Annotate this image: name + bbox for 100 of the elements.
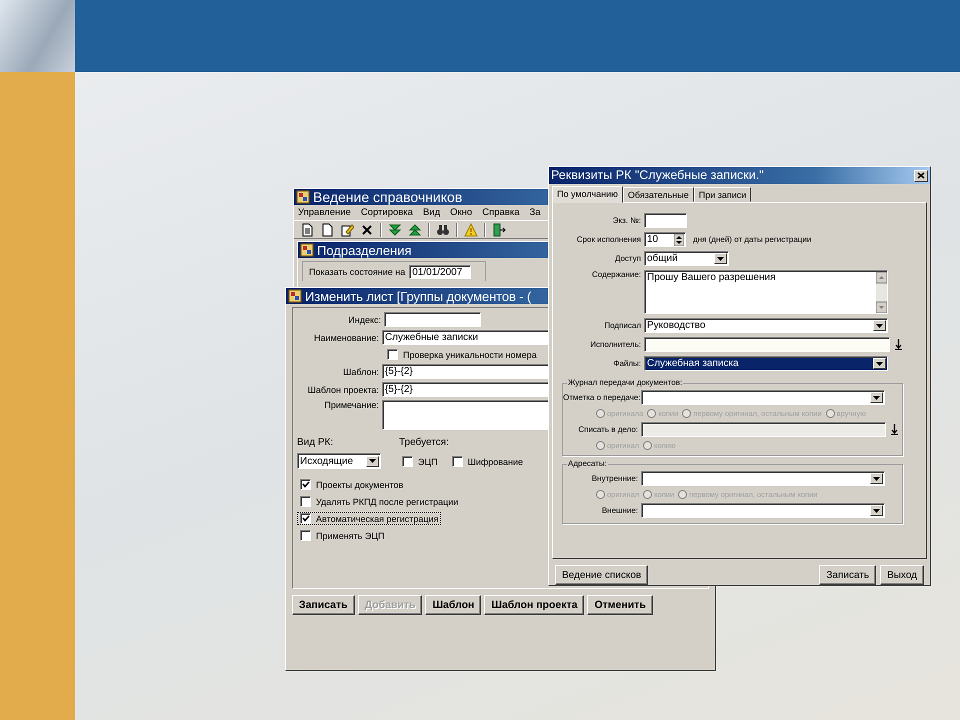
check-icon xyxy=(302,481,310,488)
dropdown[interactable]: общий xyxy=(644,251,729,266)
field-label: Требуется: xyxy=(399,437,450,448)
caret-icon xyxy=(717,256,724,260)
field-label: Экз. №: xyxy=(612,216,641,225)
dropdown-value: общий xyxy=(647,253,678,264)
up-arrows-icon[interactable] xyxy=(408,222,422,236)
tab[interactable]: При записи xyxy=(694,187,752,202)
scrollbar-icon xyxy=(876,272,887,313)
window-title: Ведение справочников xyxy=(313,190,462,204)
close-button[interactable] xyxy=(914,170,928,182)
dropdown[interactable] xyxy=(641,471,885,486)
window-title: Изменить лист [Группы документов - ( xyxy=(305,290,532,302)
dropdown[interactable] xyxy=(641,390,885,405)
button[interactable]: Записать xyxy=(819,565,876,585)
edit-document-icon[interactable] xyxy=(340,222,354,236)
field-label: Внутренние: xyxy=(590,474,638,483)
checkbox[interactable] xyxy=(452,456,463,467)
down-arrows-icon[interactable] xyxy=(388,222,402,236)
group-title: Журнал передачи документов: xyxy=(567,378,684,387)
exit-door-icon[interactable] xyxy=(492,222,506,236)
field-label: Содержание: xyxy=(591,270,641,279)
search-icon[interactable] xyxy=(436,222,450,236)
dropdown-value: Руководство xyxy=(647,320,706,331)
field-label: Индекс: xyxy=(347,314,381,324)
checkbox-row[interactable]: Проекты документов xyxy=(297,478,406,491)
field-label: Списать в дело: xyxy=(577,425,638,434)
date-label: Показать состояние на xyxy=(309,267,406,277)
button[interactable]: Ведение списков xyxy=(555,565,648,585)
checkbox[interactable] xyxy=(300,530,311,541)
input-field[interactable] xyxy=(384,312,481,327)
menu-item[interactable]: Окно xyxy=(450,207,472,218)
checkbox-row[interactable]: Удалять РКПД после регистрации xyxy=(297,495,462,508)
field-label: Вид РК: xyxy=(297,437,334,448)
menu-item[interactable]: За xyxy=(530,207,541,218)
spin-field[interactable]: 10 xyxy=(644,232,686,247)
text-area-value: Прошу Вашего разрешения xyxy=(647,272,776,283)
caret-icon xyxy=(369,459,376,463)
field-label: Шаблон проекта: xyxy=(306,384,379,394)
checkbox-label: ЭЦП xyxy=(418,456,438,466)
input-field[interactable] xyxy=(644,213,687,228)
text-area[interactable]: Прошу Вашего разрешения xyxy=(644,270,888,314)
checkbox-row[interactable]: Применять ЭЦП xyxy=(297,529,388,542)
tab[interactable]: По умолчанию xyxy=(552,186,623,203)
checkbox-row[interactable]: Автоматическая регистрация xyxy=(297,512,442,525)
field-label: Подписал xyxy=(603,321,641,330)
window-title: Подразделения xyxy=(317,244,412,256)
checkbox-label: Применять ЭЦП xyxy=(316,530,384,540)
checkbox-label: Удалять РКПД после регистрации xyxy=(316,496,458,506)
checkbox-label: Шифрование xyxy=(468,456,523,466)
checkbox[interactable] xyxy=(300,496,311,507)
close-icon xyxy=(917,172,925,179)
dropdown[interactable]: Исходящие xyxy=(297,453,381,469)
button[interactable]: Выход xyxy=(880,565,924,585)
spinner-arrows-icon xyxy=(674,234,684,246)
warning-icon[interactable] xyxy=(464,222,478,236)
button[interactable]: Шаблон xyxy=(425,595,482,615)
suffix-text: дня (дней) от даты регистрации xyxy=(693,235,812,244)
field-label: Доступ xyxy=(614,254,641,263)
menu-item[interactable]: Управление xyxy=(298,207,351,218)
menu-item[interactable]: Справка xyxy=(482,207,520,218)
button[interactable]: Записать xyxy=(292,595,355,615)
document-icon[interactable] xyxy=(300,222,314,236)
caret-icon xyxy=(876,362,883,366)
app-icon xyxy=(296,190,310,204)
checkbox[interactable] xyxy=(387,349,398,360)
date-field[interactable]: 01/01/2007 xyxy=(409,265,472,279)
app-icon xyxy=(288,289,302,303)
checkbox-label: Автоматическая регистрация xyxy=(316,514,438,524)
checkbox[interactable] xyxy=(300,479,311,490)
field-label: Наименование: xyxy=(313,332,379,342)
field-label: Примечание: xyxy=(323,400,379,410)
new-document-icon[interactable] xyxy=(320,222,334,236)
menu-item[interactable]: Сортировка xyxy=(360,207,413,218)
dropdown[interactable]: Руководство xyxy=(644,318,888,333)
checkbox-label: Проекты документов xyxy=(316,480,404,490)
caret-icon xyxy=(873,396,880,400)
input-field[interactable] xyxy=(644,337,890,352)
caret-icon xyxy=(876,324,883,328)
checkbox[interactable] xyxy=(300,513,311,524)
menu-item[interactable]: Вид xyxy=(422,207,440,218)
field-label: Внешние: xyxy=(600,506,638,515)
dropdown-value: Исходящие xyxy=(300,456,354,466)
window-title: Реквизиты РК "Служебные записки." xyxy=(551,169,764,182)
pin-icon xyxy=(891,424,898,435)
dropdown[interactable] xyxy=(641,503,885,518)
button[interactable]: Отменить xyxy=(587,595,653,615)
tab[interactable]: Обязательные xyxy=(622,187,694,202)
field-label: Шаблон: xyxy=(342,366,379,376)
check-icon xyxy=(302,515,310,522)
dropdown[interactable]: Служебная записка xyxy=(644,356,888,371)
spin-value: 10 xyxy=(647,234,658,245)
checkbox[interactable] xyxy=(402,456,413,467)
field-label: Срок исполнения xyxy=(576,235,641,244)
button[interactable]: Шаблон проекта xyxy=(484,595,584,615)
app-icon xyxy=(300,243,314,257)
pin-icon xyxy=(895,339,902,350)
group-title: Адресаты: xyxy=(567,459,608,468)
caret-icon xyxy=(873,476,880,480)
close-icon[interactable] xyxy=(360,222,374,236)
